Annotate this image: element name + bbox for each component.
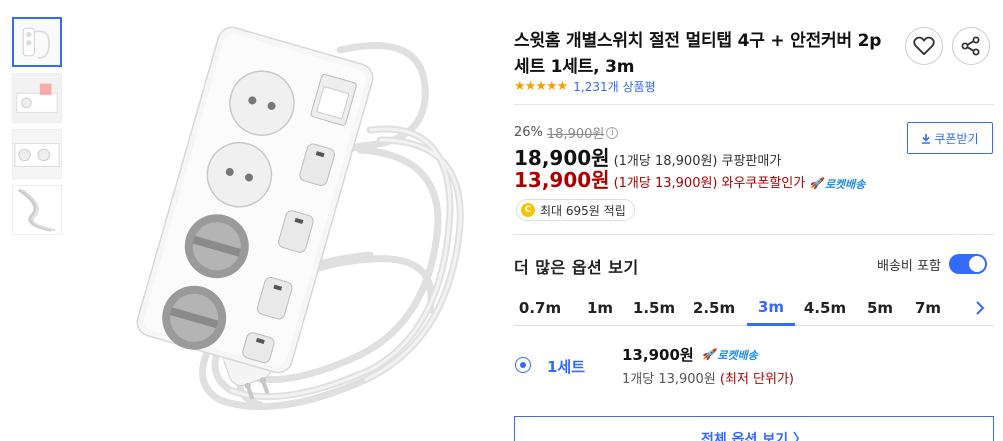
chevron-right-icon[interactable] [970,296,990,320]
info-icon[interactable]: i [606,126,619,139]
option-unit-price: 1개당 13,900원 [622,372,716,387]
shipping-toggle-label: 배송비 포함 [877,258,941,274]
wow-price-label: 와우쿠폰할인가 [721,176,806,191]
option-price: 13,900원 [622,346,694,364]
lowest-unit-badge: (최저 단위가) [719,372,794,387]
rocket-icon: 🚀 [701,348,716,361]
original-price-row: 26% 18,900원 i [514,123,619,142]
toggle-knob [968,256,985,272]
view-all-options-label: 전체 옵션 보기 〉 [701,432,807,441]
share-button[interactable] [952,27,990,65]
more-options-title: 더 많은 옵션 보기 [514,258,639,277]
download-icon [922,133,931,144]
tab-5m[interactable]: 5m [864,290,896,325]
product-info-panel: 스윗홈 개별스위치 절전 멀티탭 4구 + 안전커버 2p 세트 1세트, 3m… [514,0,1003,441]
product-title: 스윗홈 개별스위치 절전 멀티탭 4구 + 안전커버 2p 세트 1세트, 3m [514,31,882,77]
shipping-toggle-row: 배송비 포함 [877,254,987,274]
thumbnail-3[interactable] [12,129,62,179]
option-price-row: 13,900원 🚀 로켓배송 [622,344,758,365]
coin-icon: C [521,203,535,217]
review-count-link[interactable]: 1,231개 상품평 [573,78,655,95]
option-radio[interactable] [515,357,531,373]
rating-stars: ★★★★★ [514,79,568,94]
option-rocket-badge: 🚀 로켓배송 [702,347,758,363]
original-price: 18,900원 [546,127,605,142]
shipping-toggle[interactable] [948,254,987,274]
wow-price-detail: (1개당 13,900원) [613,176,718,191]
share-icon [961,36,980,56]
divider [514,234,994,235]
rocket-label: 로켓배송 [824,177,866,191]
length-option-tabs: 0.7m 1m 1.5m 2.5m 3m 4.5m 5m 7m [514,290,994,326]
reward-text: 최대 695원 적립 [540,203,626,218]
coupon-button-label: 쿠폰받기 [934,131,979,146]
thumbnail-2[interactable] [12,73,62,123]
tab-1-5m[interactable]: 1.5m [632,290,676,325]
option-item[interactable]: 1세트 13,900원 🚀 로켓배송 1개당 13,900원 (최저 단위가) [514,340,994,390]
option-unit-row: 1개당 13,900원 (최저 단위가) [622,368,794,387]
option-name: 1세트 [547,358,586,376]
wow-price-row: 13,900원 (1개당 13,900원) 와우쿠폰할인가 🚀 로켓배송 [514,164,865,193]
rocket-label: 로켓배송 [717,348,758,362]
rocket-icon: 🚀 [809,177,823,190]
heart-icon [913,36,935,56]
thumbnail-4[interactable] [12,185,62,235]
tab-1m[interactable]: 1m [582,290,618,325]
rating-row: ★★★★★ 1,231개 상품평 [514,78,656,95]
tab-0-7m[interactable]: 0.7m [518,290,562,325]
tab-7m[interactable]: 7m [912,290,944,325]
thumbnail-1[interactable] [12,17,62,67]
thumbnail-list [12,17,64,241]
reward-badge: C 최대 695원 적립 [516,199,635,221]
wow-price: 13,900원 [514,168,610,192]
view-all-options-button[interactable]: 전체 옵션 보기 〉 [514,416,994,441]
tab-3m[interactable]: 3m [747,290,795,326]
tab-4-5m[interactable]: 4.5m [803,290,847,325]
rocket-delivery-badge: 🚀 로켓배송 [809,176,865,192]
divider [514,104,994,105]
product-main-image[interactable] [70,10,490,435]
discount-rate: 26% [514,125,543,140]
tab-2-5m[interactable]: 2.5m [692,290,736,325]
coupon-download-button[interactable]: 쿠폰받기 [907,122,993,154]
wishlist-button[interactable] [905,27,943,65]
